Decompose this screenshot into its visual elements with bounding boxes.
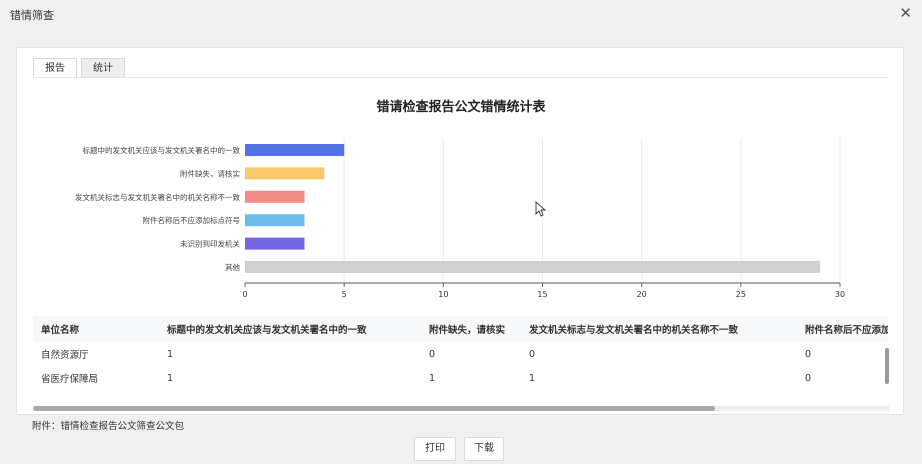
bar bbox=[245, 237, 305, 250]
content-panel: 报告 统计 错请检查报告公文错情统计表 0 5 10 15 20 25 30 标题中的发文机关… bbox=[16, 47, 904, 415]
category-label: 其他 bbox=[225, 262, 240, 272]
category-label: 附件缺失，请核实 bbox=[180, 168, 240, 178]
table-cell: 0 bbox=[529, 348, 536, 360]
vertical-scrollbar[interactable] bbox=[885, 348, 889, 384]
bar bbox=[245, 261, 821, 273]
x-tick-label: 5 bbox=[342, 290, 347, 298]
column-header: 标题中的发文机关应该与发文机关署名中的一致 bbox=[167, 325, 367, 336]
download-button[interactable]: 下载 bbox=[464, 437, 504, 461]
attachment-label: 附件：错情检查报告公文筛查公文包 bbox=[32, 421, 185, 432]
mouse-cursor-icon bbox=[535, 201, 547, 217]
title-bar: 错情筛查 ✕ bbox=[0, 0, 922, 29]
table-cell: 1 bbox=[429, 372, 436, 384]
bar bbox=[245, 144, 345, 156]
table-cell: 0 bbox=[805, 348, 812, 360]
error-bar-chart: 0 5 10 15 20 25 30 标题中的发文机关应该与发文机关署名中的一致附件缺失，请核… bbox=[75, 138, 845, 298]
table-cell: 省医疗保障局 bbox=[41, 374, 99, 385]
x-tick-label: 15 bbox=[537, 290, 547, 298]
category-label: 附件名称后不应添加标点符号 bbox=[143, 215, 241, 225]
stats-table-container: 单位名称 标题中的发文机关应该与发文机关署名中的一致 附件缺失，请核实 发文机关… bbox=[33, 316, 888, 412]
table-row: 省医疗保障局 1 1 1 0 bbox=[33, 366, 888, 390]
column-header: 附件名称后不应添加标点符号 bbox=[805, 325, 888, 336]
table-row: 自然资源厅 1 0 0 0 bbox=[33, 342, 888, 366]
x-tick-label: 10 bbox=[438, 290, 448, 298]
column-header: 附件缺失，请核实 bbox=[429, 325, 506, 336]
table-cell: 1 bbox=[529, 372, 536, 384]
window-title: 错情筛查 bbox=[10, 9, 54, 22]
table-cell: 0 bbox=[805, 372, 812, 384]
x-tick-label: 0 bbox=[242, 290, 247, 298]
close-icon[interactable]: ✕ bbox=[899, 4, 912, 22]
category-label: 未识别到印发机关 bbox=[180, 239, 240, 249]
x-tick-label: 25 bbox=[736, 290, 746, 298]
bar bbox=[245, 190, 305, 203]
stats-table: 单位名称 标题中的发文机关应该与发文机关署名中的一致 附件缺失，请核实 发文机关… bbox=[33, 316, 888, 390]
table-cell: 1 bbox=[167, 348, 174, 360]
category-label: 标题中的发文机关应该与发文机关署名中的一致 bbox=[83, 145, 241, 155]
table-cell: 0 bbox=[429, 348, 436, 360]
print-button[interactable]: 打印 bbox=[414, 437, 456, 461]
horizontal-scrollbar[interactable] bbox=[33, 406, 715, 411]
category-label: 发文机关标志与发文机关署名中的机关名称不一致 bbox=[75, 192, 240, 202]
x-tick-label: 20 bbox=[637, 290, 647, 298]
column-header: 发文机关标志与发文机关署名中的机关名称不一致 bbox=[529, 325, 739, 336]
column-header: 单位名称 bbox=[41, 325, 80, 336]
table-cell: 1 bbox=[167, 372, 174, 384]
bar bbox=[245, 167, 325, 180]
table-header-row: 单位名称 标题中的发文机关应该与发文机关署名中的一致 附件缺失，请核实 发文机关… bbox=[33, 316, 888, 342]
bar bbox=[245, 214, 305, 227]
x-tick-label: 30 bbox=[835, 290, 845, 298]
table-cell: 自然资源厅 bbox=[41, 350, 89, 361]
